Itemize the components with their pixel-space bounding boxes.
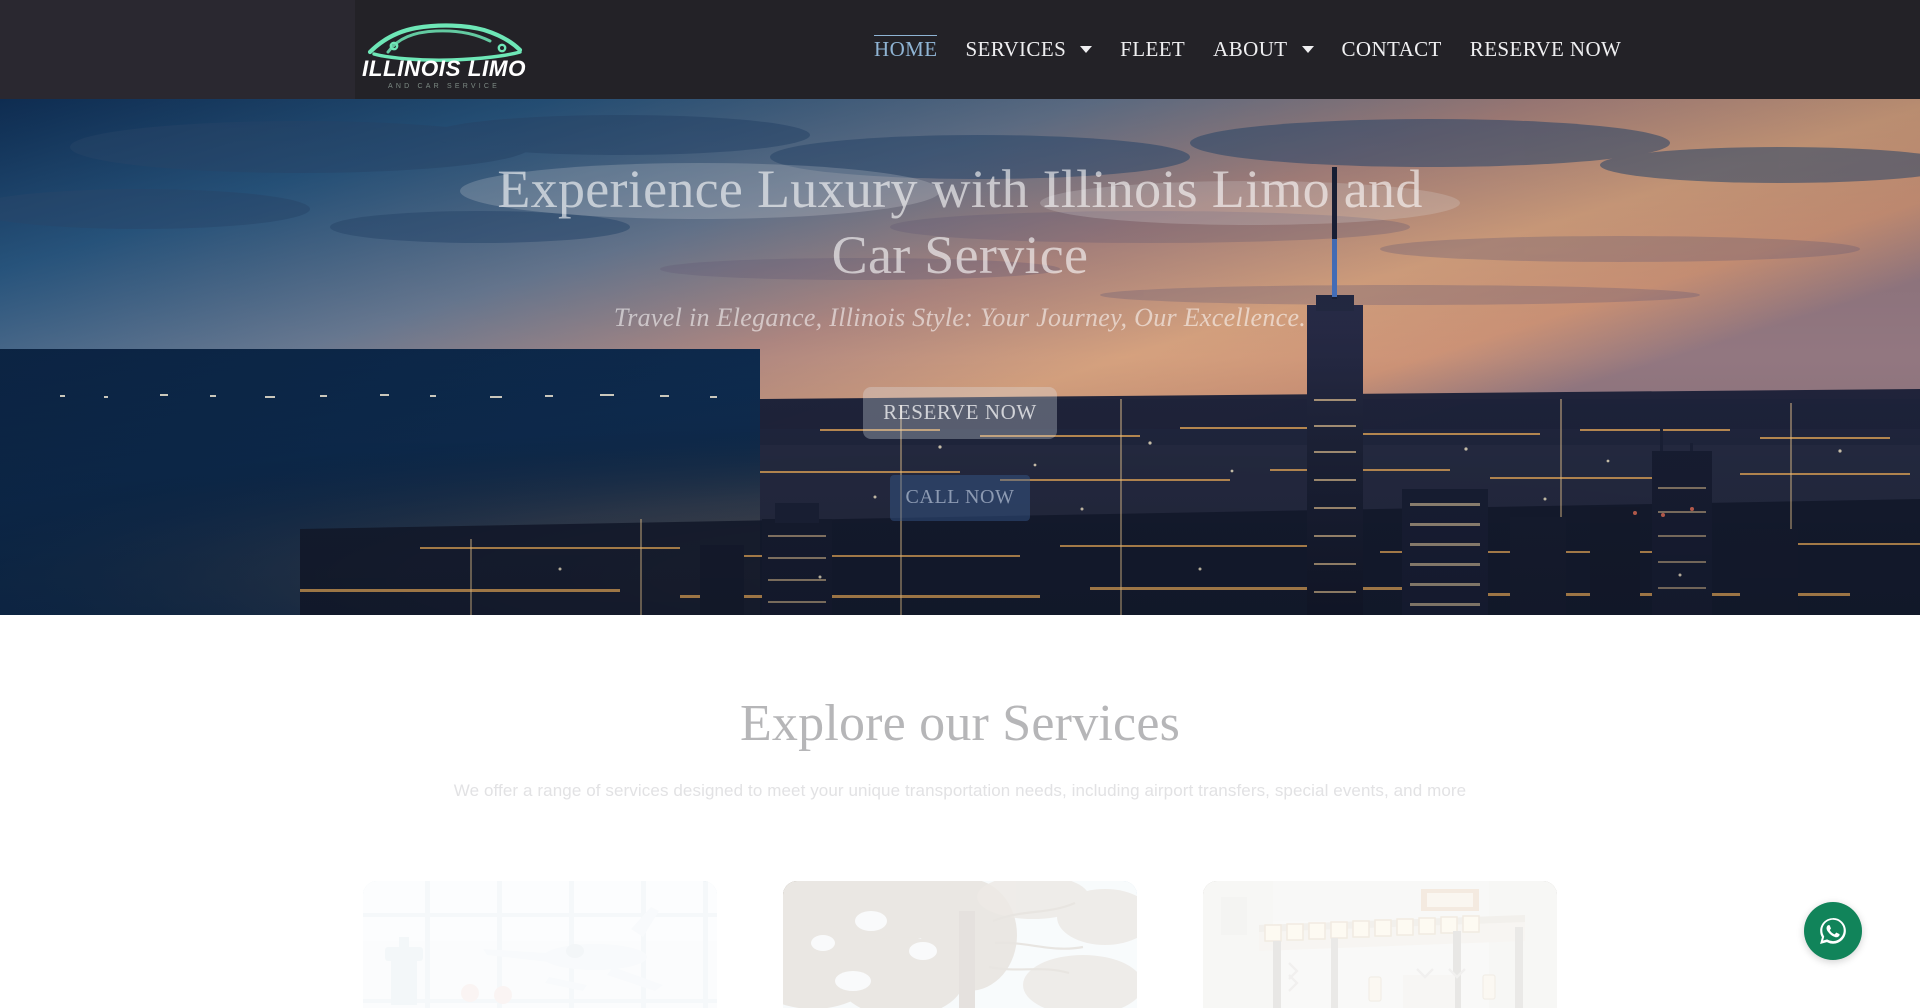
- hero-reserve-now-button[interactable]: RESERVE NOW: [863, 387, 1057, 439]
- card-fade-overlay: [363, 881, 717, 1008]
- chevron-down-icon[interactable]: [1302, 46, 1314, 53]
- hero-section: Experience Luxury with Illinois Limo and…: [0, 99, 1920, 615]
- service-cards-row: [0, 881, 1920, 1008]
- hero-subtitle: Travel in Elegance, Illinois Style: Your…: [614, 303, 1306, 333]
- service-card-airport[interactable]: [363, 881, 717, 1008]
- nav-item-about[interactable]: ABOUT: [1199, 37, 1327, 62]
- header-left-panel: [0, 0, 355, 99]
- nav-item-label: SERVICES: [965, 37, 1066, 62]
- nav-item-reserve-now[interactable]: RESERVE NOW: [1456, 37, 1635, 62]
- logo-tagline-text: AND CAR SERVICE: [388, 83, 500, 90]
- hero-content: Experience Luxury with Illinois Limo and…: [0, 99, 1920, 615]
- nav-item-label: CONTACT: [1342, 37, 1442, 62]
- hero-call-now-button[interactable]: CALL NOW: [890, 475, 1030, 521]
- whatsapp-chat-button[interactable]: [1804, 902, 1862, 960]
- whatsapp-icon: [1815, 913, 1851, 949]
- nav-item-label: RESERVE NOW: [1470, 37, 1621, 62]
- card-fade-overlay: [783, 881, 1137, 1008]
- chevron-down-icon[interactable]: [1080, 46, 1092, 53]
- nav-item-label: FLEET: [1120, 37, 1185, 62]
- nav-item-label: ABOUT: [1213, 37, 1287, 62]
- logo-graphic: ILLINOIS LIMO AND CAR SERVICE: [360, 8, 528, 92]
- services-section: Explore our Services We offer a range of…: [0, 615, 1920, 993]
- card-fade-overlay: [1203, 881, 1557, 1008]
- services-subtitle: We offer a range of services designed to…: [0, 781, 1920, 801]
- service-card-venue[interactable]: [1203, 881, 1557, 1008]
- site-header: ILLINOIS LIMO AND CAR SERVICE HOME SERVI…: [0, 0, 1920, 99]
- illinois-limo-logo[interactable]: ILLINOIS LIMO AND CAR SERVICE: [355, 0, 533, 99]
- logo-brand-text: ILLINOIS LIMO: [362, 56, 526, 81]
- nav-item-fleet[interactable]: FLEET: [1106, 37, 1199, 62]
- nav-item-contact[interactable]: CONTACT: [1328, 37, 1456, 62]
- services-title: Explore our Services: [0, 694, 1920, 753]
- nav-item-services[interactable]: SERVICES: [951, 37, 1106, 62]
- hero-title: Experience Luxury with Illinois Limo and…: [460, 157, 1460, 289]
- service-card-nature[interactable]: [783, 881, 1137, 1008]
- nav-item-label: HOME: [874, 37, 937, 62]
- active-nav-underline: [874, 35, 937, 36]
- nav-item-home[interactable]: HOME: [860, 37, 951, 62]
- main-navigation: HOME SERVICES FLEET ABOUT CONTACT RESERV…: [860, 0, 1635, 99]
